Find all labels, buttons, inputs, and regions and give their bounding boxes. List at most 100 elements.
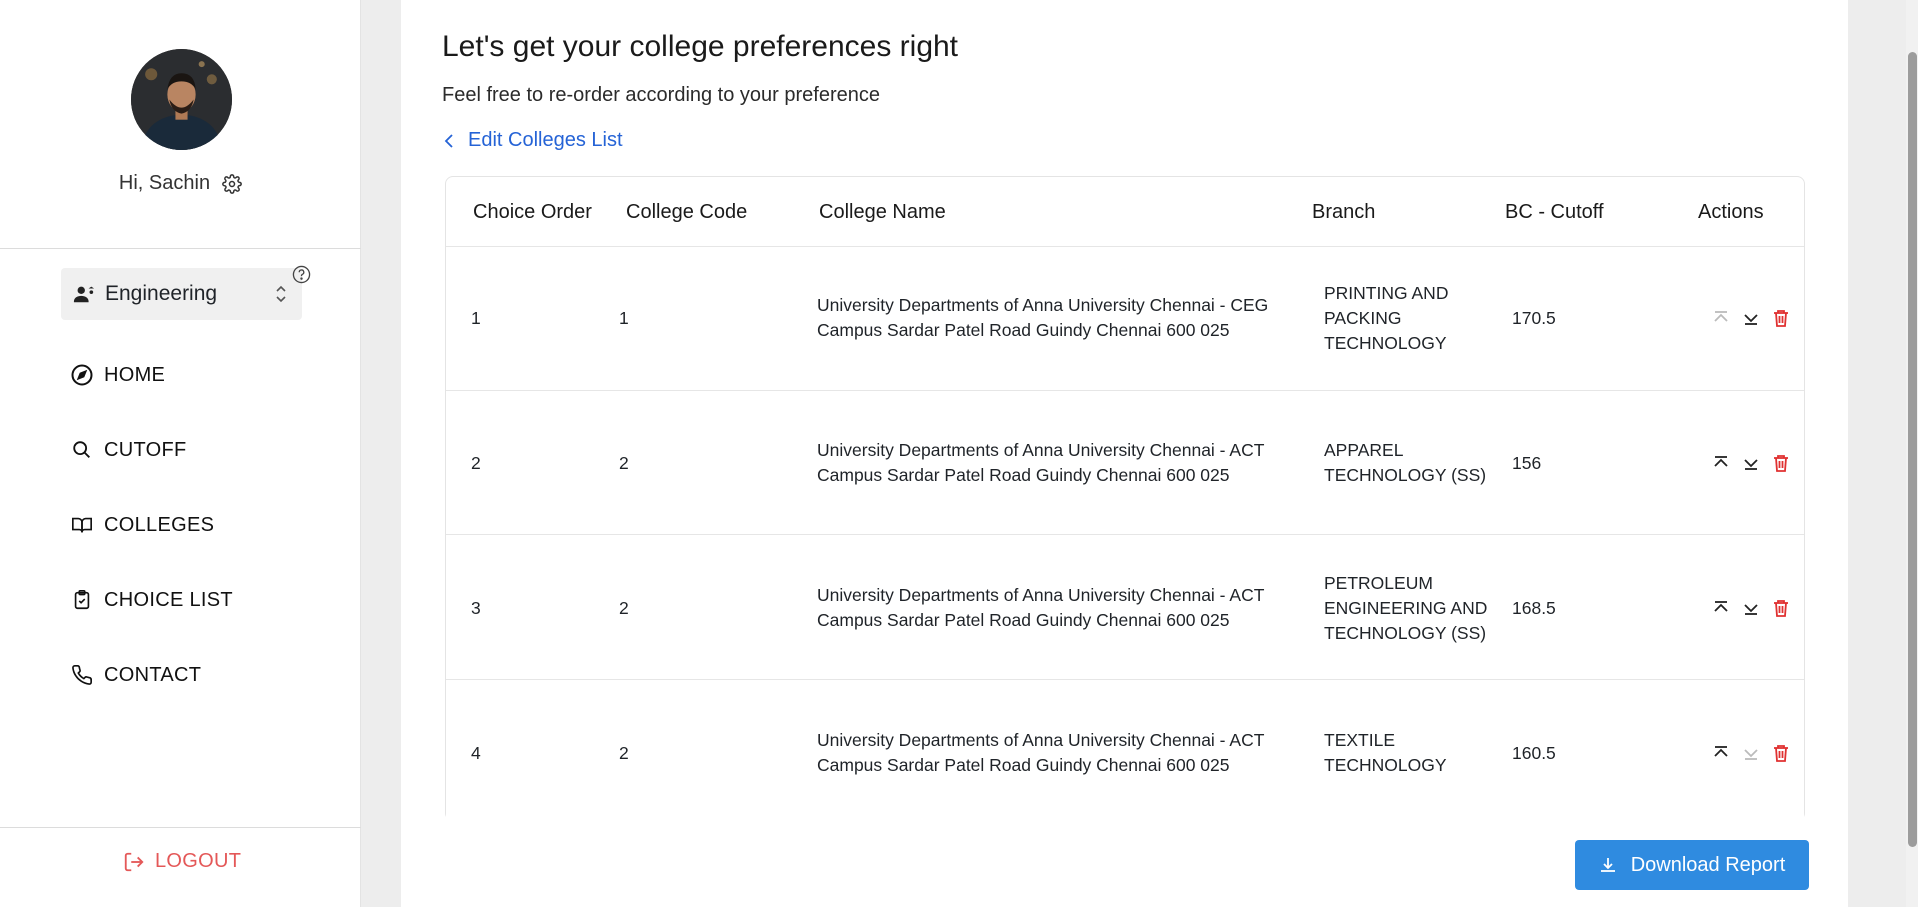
scrollbar-thumb[interactable] (1908, 52, 1917, 847)
page-title: Let's get your college preferences right (442, 30, 959, 63)
avatar-photo (131, 49, 232, 150)
download-report-label: Download Report (1630, 853, 1786, 876)
edit-colleges-link[interactable]: Edit Colleges List (442, 129, 623, 152)
college-name-line: University Departments of Anna Universit… (817, 295, 1269, 315)
nav-item-label: CUTOFF (104, 438, 187, 461)
header-college-name: College Name (819, 201, 946, 223)
cell-bc-cutoff: 156 (1512, 453, 1542, 473)
cell-college-name: University Departments of Anna Universit… (817, 293, 1268, 343)
row-actions (1712, 307, 1790, 329)
nav-item-cutoff[interactable]: CUTOFF (70, 430, 187, 470)
branch-line: TECHNOLOGY (SS) (1324, 465, 1487, 485)
row-actions (1712, 597, 1790, 619)
trash-icon[interactable] (1772, 598, 1790, 618)
greeting: Hi, Sachin (0, 172, 361, 195)
chevron-left-icon (442, 132, 456, 150)
user-graduate-icon (73, 283, 95, 305)
cell-bc-cutoff: 168.5 (1512, 598, 1556, 618)
move-bottom-icon[interactable] (1742, 308, 1760, 328)
help-circle-icon[interactable] (292, 265, 311, 284)
clipboard-icon (70, 588, 94, 612)
page-subtitle: Feel free to re-order according to your … (442, 84, 880, 106)
cell-bc-cutoff: 170.5 (1512, 308, 1556, 328)
row-actions (1712, 742, 1790, 764)
cell-choice-order: 2 (471, 453, 481, 473)
college-name-line: Campus Sardar Patel Road Guindy Chennai … (817, 610, 1230, 630)
logout-button[interactable]: LOGOUT (123, 850, 241, 873)
book-open-icon (70, 513, 94, 537)
cell-college-code: 2 (619, 743, 629, 763)
main-panel: Let's get your college preferences right… (401, 0, 1848, 907)
table-row: 4 2 University Departments of Anna Unive… (446, 683, 1804, 825)
row-actions (1712, 452, 1790, 474)
header-college-code: College Code (626, 201, 748, 223)
cell-college-code: 2 (619, 598, 629, 618)
cell-branch: APPAREL TECHNOLOGY (SS) (1324, 438, 1486, 488)
branch-line: TECHNOLOGY (SS) (1324, 623, 1487, 643)
nav-item-choice-list[interactable]: CHOICE LIST (70, 580, 233, 620)
college-name-line: Campus Sardar Patel Road Guindy Chennai … (817, 465, 1230, 485)
cell-branch: TEXTILE TECHNOLOGY (1324, 728, 1447, 778)
college-name-line: University Departments of Anna Universit… (817, 440, 1265, 460)
nav-item-contact[interactable]: CONTACT (70, 655, 201, 695)
cell-branch: PRINTING AND PACKING TECHNOLOGY (1324, 281, 1448, 356)
nav-item-label: CONTACT (104, 663, 202, 686)
avatar[interactable] (131, 49, 232, 150)
cell-choice-order: 4 (471, 743, 481, 763)
cell-college-name: University Departments of Anna Universit… (817, 583, 1264, 633)
branch-line: APPAREL (1324, 440, 1404, 460)
move-bottom-icon[interactable] (1742, 743, 1760, 763)
cell-college-name: University Departments of Anna Universit… (817, 438, 1264, 488)
profile-section: Hi, Sachin (0, 0, 361, 249)
search-icon (70, 438, 94, 462)
logout-section: LOGOUT (0, 827, 361, 907)
move-bottom-icon[interactable] (1742, 453, 1760, 473)
edit-colleges-label: Edit Colleges List (468, 129, 623, 151)
move-top-icon[interactable] (1712, 598, 1730, 618)
choice-table: Choice Order College Code College Name B… (445, 176, 1805, 825)
greeting-text: Hi, Sachin (118, 172, 211, 194)
college-name-line: University Departments of Anna Universit… (817, 730, 1265, 750)
download-report-button[interactable]: Download Report (1575, 840, 1809, 890)
branch-line: PRINTING AND (1324, 283, 1449, 303)
header-bc-cutoff: BC - Cutoff (1505, 201, 1604, 223)
cell-college-code: 1 (619, 308, 629, 328)
nav-item-label: CHOICE LIST (104, 588, 233, 611)
branch-line: PACKING (1324, 308, 1402, 328)
branch-line: TEXTILE (1324, 730, 1395, 750)
table-row: 3 2 University Departments of Anna Unive… (446, 538, 1804, 680)
nav-item-colleges[interactable]: COLLEGES (70, 505, 214, 545)
cell-choice-order: 1 (471, 308, 481, 328)
branch-line: PETROLEUM (1324, 573, 1433, 593)
college-name-line: Campus Sardar Patel Road Guindy Chennai … (817, 755, 1230, 775)
cell-bc-cutoff: 160.5 (1512, 743, 1556, 763)
nav-item-label: HOME (104, 363, 166, 386)
trash-icon[interactable] (1772, 308, 1790, 328)
stream-select-value: Engineering (105, 282, 218, 305)
cell-college-name: University Departments of Anna Universit… (817, 728, 1264, 778)
cell-branch: PETROLEUM ENGINEERING AND TECHNOLOGY (SS… (1324, 571, 1487, 646)
sidebar: Hi, Sachin Engineering HOME CUTOFF COLLE… (0, 0, 361, 907)
cell-choice-order: 3 (471, 598, 481, 618)
trash-icon[interactable] (1772, 453, 1790, 473)
stream-select[interactable]: Engineering (61, 268, 302, 320)
cell-college-code: 2 (619, 453, 629, 473)
move-top-icon[interactable] (1712, 453, 1730, 473)
table-row: 2 2 University Departments of Anna Unive… (446, 393, 1804, 535)
chevron-up-down-icon (274, 284, 288, 304)
compass-icon (70, 363, 94, 387)
header-choice-order: Choice Order (473, 201, 592, 223)
table-row: 1 1 University Departments of Anna Unive… (446, 248, 1804, 391)
header-branch: Branch (1312, 201, 1376, 223)
college-name-line: Campus Sardar Patel Road Guindy Chennai … (817, 320, 1230, 340)
download-icon (1599, 856, 1617, 874)
gear-icon[interactable] (222, 173, 242, 194)
nav-item-home[interactable]: HOME (70, 355, 165, 395)
move-top-icon[interactable] (1712, 743, 1730, 763)
branch-line: TECHNOLOGY (1324, 755, 1447, 775)
move-bottom-icon[interactable] (1742, 598, 1760, 618)
nav-item-label: COLLEGES (104, 513, 215, 536)
trash-icon[interactable] (1772, 743, 1790, 763)
table-header: Choice Order College Code College Name B… (446, 177, 1804, 247)
move-top-icon[interactable] (1712, 308, 1730, 328)
